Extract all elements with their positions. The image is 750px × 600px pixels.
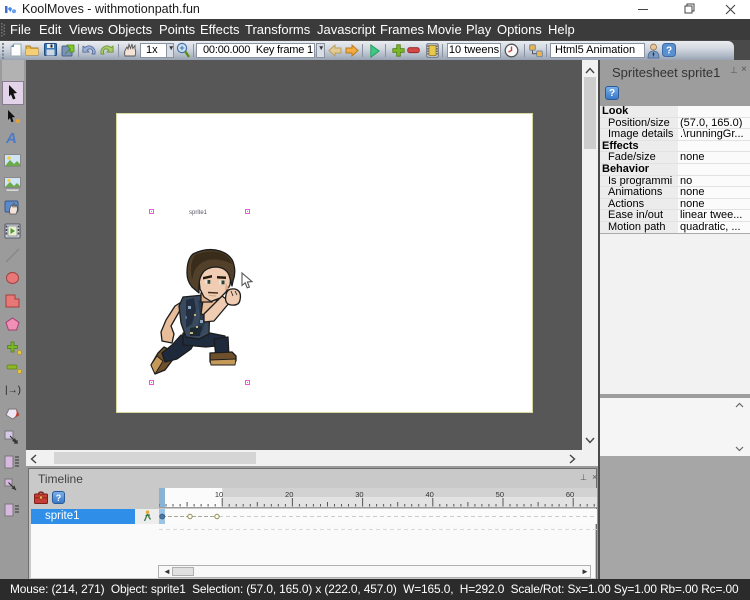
- svg-text:30: 30: [355, 490, 363, 499]
- svg-text:50: 50: [496, 490, 504, 499]
- svg-text:40: 40: [425, 490, 433, 499]
- svg-text:10: 10: [215, 490, 223, 499]
- svg-text:20: 20: [285, 490, 293, 499]
- svg-text:60: 60: [566, 490, 574, 499]
- svg-text:?: ?: [666, 46, 672, 57]
